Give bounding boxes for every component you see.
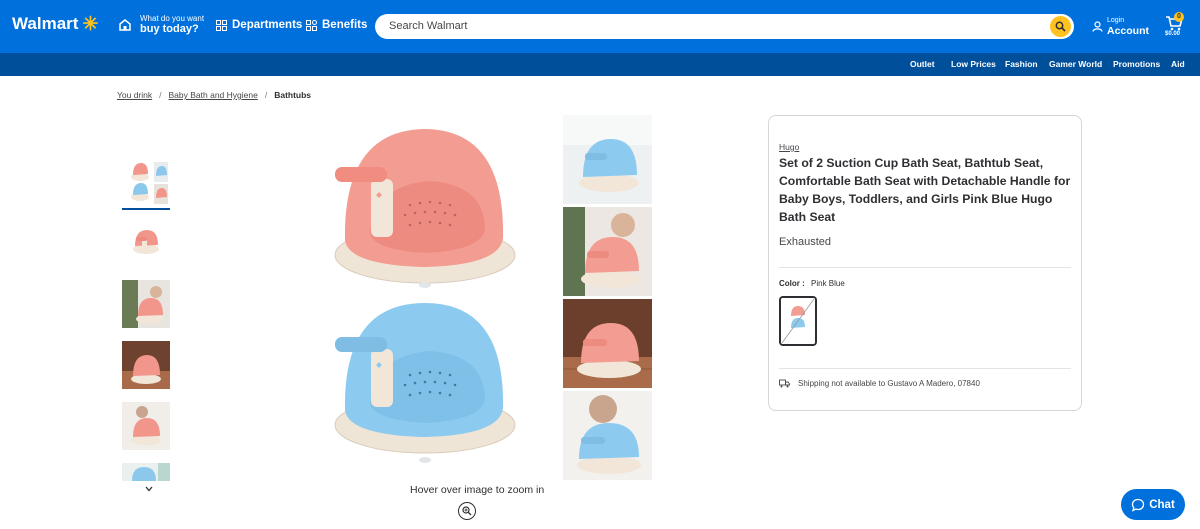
availability-status: Exhausted	[779, 236, 831, 248]
departments-label: Departments	[232, 19, 303, 31]
store-line2: buy today?	[140, 23, 199, 35]
divider	[779, 267, 1071, 268]
thumbnail-5[interactable]	[122, 402, 170, 450]
subnav-promotions[interactable]: Promotions	[1113, 59, 1160, 69]
account-line1: Login	[1107, 17, 1125, 24]
thumbnail-image	[122, 402, 170, 450]
store-line1: What do you want	[140, 14, 205, 23]
breadcrumb-separator: /	[264, 90, 268, 100]
gallery-photo-image	[563, 207, 652, 296]
shipping-note: Shipping not available to Gustavo A Made…	[779, 379, 980, 388]
secondary-nav: Outlet Low Prices Fashion Gamer World Pr…	[0, 53, 1200, 76]
chat-button[interactable]: Chat	[1121, 489, 1185, 520]
gallery-photo-image	[563, 391, 652, 480]
grid-icon	[216, 19, 227, 31]
walmart-logo[interactable]: Walmart ✳	[12, 14, 98, 34]
gallery-photo-image	[563, 115, 652, 204]
services-icon	[306, 19, 317, 31]
gallery-photo-2[interactable]	[563, 207, 652, 296]
breadcrumb-item[interactable]: Baby Bath and Hygiene	[169, 90, 258, 100]
thumbnail-image	[122, 158, 170, 206]
breadcrumb: You drink / Baby Bath and Hygiene / Bath…	[117, 90, 311, 100]
user-icon	[1092, 21, 1103, 32]
store-selector[interactable]: What do you want buy today?	[118, 14, 204, 36]
logo-text: Walmart	[12, 14, 79, 33]
top-header: Walmart ✳ What do you want buy today? De…	[0, 0, 1200, 53]
thumbnail-2[interactable]	[122, 218, 170, 266]
search-button[interactable]	[1050, 16, 1071, 37]
breadcrumb-current: Bathtubs	[274, 90, 312, 100]
gallery-photo-image	[563, 299, 652, 388]
subnav-fashion[interactable]: Fashion	[1005, 59, 1038, 69]
thumbnail-3[interactable]	[122, 280, 170, 328]
store-icon	[119, 19, 131, 31]
search-bar[interactable]: Search Walmart	[375, 14, 1074, 39]
chevron-down-icon[interactable]	[144, 484, 154, 494]
thumbnail-image	[122, 341, 170, 389]
divider	[779, 368, 1071, 369]
gallery-photo-1[interactable]	[563, 115, 652, 204]
product-info-card: Hugo Set of 2 Suction Cup Bath Seat, Bat…	[768, 115, 1082, 411]
color-label: Color : Pink Blue	[779, 279, 845, 288]
zoom-in-icon	[462, 506, 472, 516]
thumbnail-image	[122, 218, 170, 266]
thumbnail-4[interactable]	[122, 341, 170, 389]
breadcrumb-item[interactable]: You drink	[117, 90, 152, 100]
main-product-image[interactable]	[315, 115, 533, 472]
subnav-aid[interactable]: Aid	[1171, 59, 1185, 69]
chat-bubble-icon	[1132, 498, 1145, 512]
thumbnail-image	[122, 463, 170, 481]
benefits-label: Benefits	[322, 19, 368, 31]
cart-button[interactable]: 0 $0.00	[1163, 12, 1187, 40]
subnav-low-prices[interactable]: Low Prices	[951, 59, 996, 69]
color-value: Pink Blue	[811, 279, 845, 288]
zoom-button[interactable]	[458, 502, 476, 520]
thumbnail-6[interactable]	[122, 463, 170, 481]
cart-count-badge: 0	[1174, 12, 1184, 22]
breadcrumb-separator: /	[159, 90, 162, 100]
search-icon	[1055, 21, 1066, 32]
gallery-photo-4[interactable]	[563, 391, 652, 480]
color-swatch-pink-blue[interactable]	[779, 296, 817, 346]
shipping-note-text: Shipping not available to Gustavo A Made…	[798, 379, 980, 388]
thumbnail-image	[122, 280, 170, 328]
search-input[interactable]: Search Walmart	[389, 20, 467, 32]
account-button[interactable]: Login Account	[1092, 16, 1149, 37]
truck-icon	[779, 379, 790, 388]
product-title: Set of 2 Suction Cup Bath Seat, Bathtub …	[779, 156, 1071, 224]
color-label-text: Color :	[779, 279, 805, 288]
departments-button[interactable]: Departments	[216, 19, 302, 31]
brand-link[interactable]: Hugo	[779, 142, 799, 152]
gallery-photo-3[interactable]	[563, 299, 652, 388]
swatch-image	[781, 298, 815, 344]
thumbnail-1[interactable]	[122, 158, 170, 206]
cart-amount: $0.00	[1165, 31, 1181, 37]
account-line2: Account	[1107, 25, 1149, 37]
thumbnail-selected-indicator	[122, 208, 170, 210]
spark-icon: ✳	[82, 13, 99, 35]
zoom-hint: Hover over image to zoom in	[410, 484, 545, 496]
benefits-button[interactable]: Benefits	[306, 19, 367, 31]
chat-label: Chat	[1149, 498, 1175, 511]
subnav-outlet[interactable]: Outlet	[910, 59, 935, 69]
subnav-gamer-world[interactable]: Gamer World	[1049, 59, 1102, 69]
